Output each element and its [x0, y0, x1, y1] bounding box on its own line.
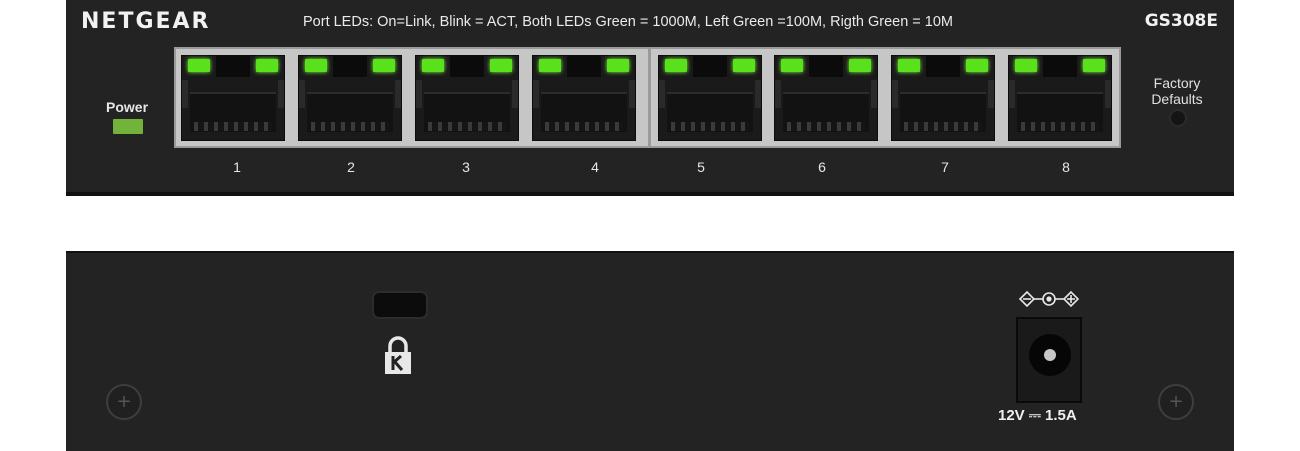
- port-number-8: 8: [1062, 159, 1070, 175]
- factory-defaults-label: Factory Defaults: [1142, 75, 1212, 107]
- switch-front-panel: NETGEAR Port LEDs: On=Link, Blink = ACT,…: [66, 0, 1234, 196]
- port-led-right: [733, 59, 755, 72]
- port-number-1: 1: [233, 159, 241, 175]
- switch-rear-panel: + + 12V ⎓ 1.5A: [66, 251, 1234, 451]
- port-led-right: [256, 59, 278, 72]
- ethernet-port-7[interactable]: [891, 55, 995, 141]
- port-number-3: 3: [462, 159, 470, 175]
- port-led-left: [188, 59, 210, 72]
- port-number-7: 7: [941, 159, 949, 175]
- port-led-left: [781, 59, 803, 72]
- port-led-left: [539, 59, 561, 72]
- ethernet-port-6[interactable]: [774, 55, 878, 141]
- factory-label-line2: Defaults: [1151, 91, 1203, 107]
- port-led-right: [607, 59, 629, 72]
- ethernet-port-5[interactable]: [658, 55, 762, 141]
- ethernet-port-2[interactable]: [298, 55, 402, 141]
- port-number-2: 2: [347, 159, 355, 175]
- port-led-left: [665, 59, 687, 72]
- port-led-left: [898, 59, 920, 72]
- port-led-right: [849, 59, 871, 72]
- port-number-5: 5: [697, 159, 705, 175]
- port-led-right: [490, 59, 512, 72]
- ethernet-port-4[interactable]: [532, 55, 636, 141]
- power-rating-label: 12V ⎓ 1.5A: [998, 407, 1077, 424]
- power-led: [113, 119, 143, 134]
- port-number-4: 4: [591, 159, 599, 175]
- screw-icon: +: [106, 384, 142, 420]
- factory-label-line1: Factory: [1153, 75, 1201, 91]
- factory-reset-button[interactable]: [1169, 109, 1187, 127]
- ethernet-port-3[interactable]: [415, 55, 519, 141]
- ethernet-port-8[interactable]: [1008, 55, 1112, 141]
- port-led-right: [373, 59, 395, 72]
- brand-logo: NETGEAR: [81, 9, 211, 34]
- port-led-right: [1083, 59, 1105, 72]
- port-number-6: 6: [818, 159, 826, 175]
- port-led-right: [966, 59, 988, 72]
- port-led-left: [422, 59, 444, 72]
- dc-power-jack[interactable]: [1016, 317, 1082, 403]
- led-legend: Port LEDs: On=Link, Blink = ACT, Both LE…: [303, 14, 954, 30]
- model-label: GS308E: [1144, 11, 1218, 31]
- port-led-left: [1015, 59, 1037, 72]
- power-label: Power: [106, 99, 149, 115]
- ethernet-port-1[interactable]: [181, 55, 285, 141]
- kensington-slot[interactable]: [372, 291, 428, 319]
- dc-polarity-icon: [1018, 290, 1080, 308]
- screw-icon: +: [1158, 384, 1194, 420]
- kensington-lock-icon: [385, 336, 411, 374]
- port-led-left: [305, 59, 327, 72]
